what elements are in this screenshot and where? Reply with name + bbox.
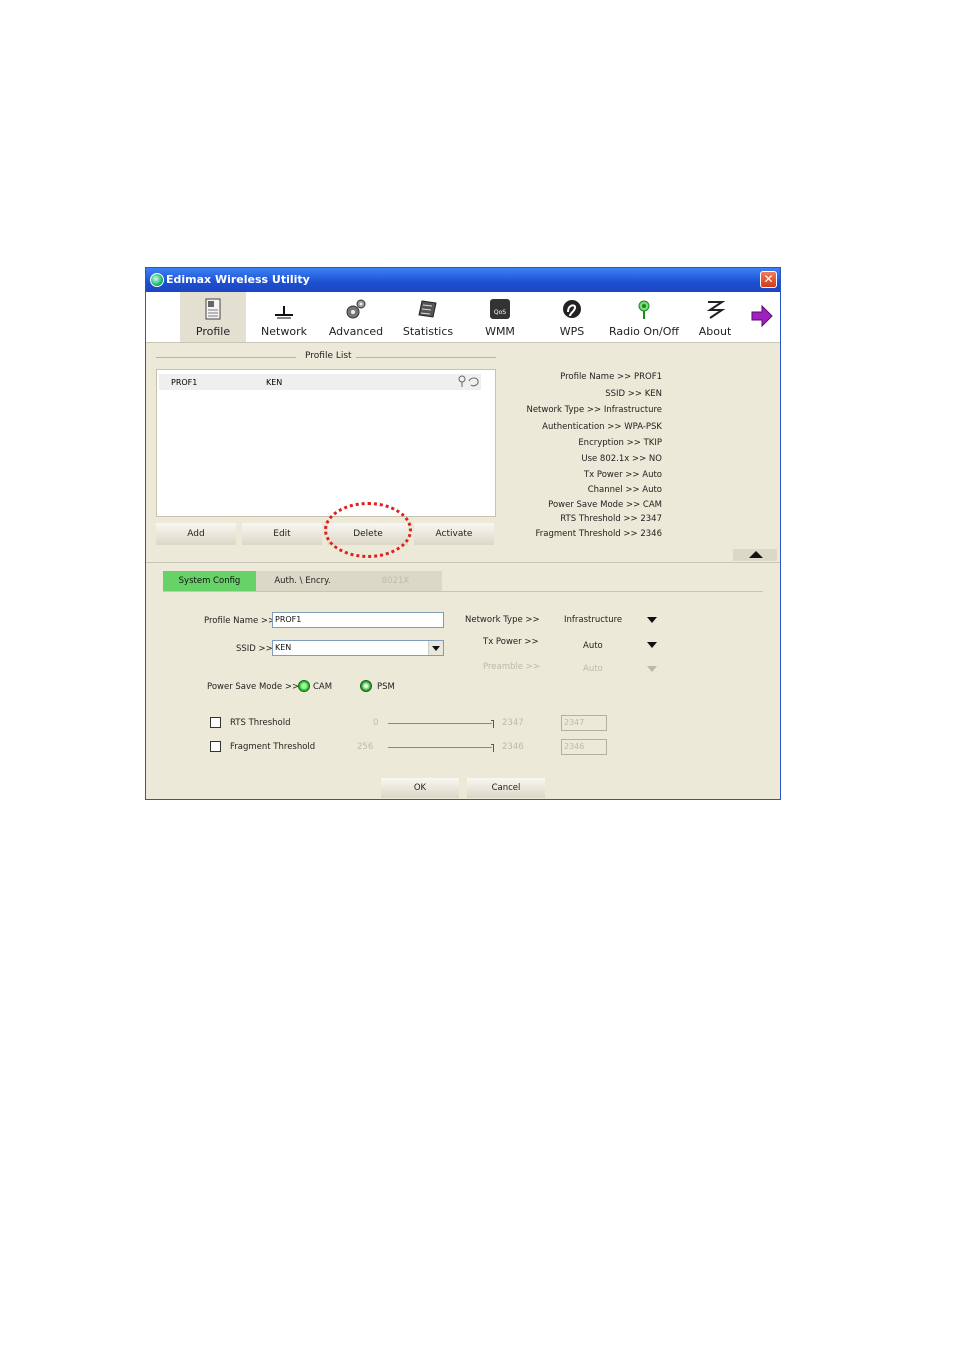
gear-icon — [346, 299, 366, 319]
profile-icon — [205, 298, 221, 320]
table-row[interactable]: PROF1 KEN — [159, 374, 481, 390]
network-type-dropdown-icon[interactable] — [647, 617, 657, 623]
network-type-label: Network Type >> — [465, 615, 540, 625]
edit-button[interactable]: Edit — [242, 523, 322, 545]
toolbar-advanced-label: Advanced — [328, 325, 384, 338]
toolbar-network-button[interactable]: Network — [251, 292, 317, 342]
close-button[interactable]: ✕ — [760, 271, 777, 288]
preamble-label: Preamble >> — [483, 662, 540, 672]
toolbar-wps-label: WPS — [559, 325, 585, 338]
profile-row-ssid: KEN — [266, 378, 283, 387]
tab-system-config[interactable]: System Config — [163, 571, 256, 591]
section-separator — [146, 562, 780, 563]
cam-label: CAM — [313, 682, 333, 692]
info-tx-power: Tx Power >> Auto — [583, 470, 662, 480]
tab-underline — [163, 591, 763, 592]
toolbar-about-label: About — [698, 325, 732, 338]
fragment-slider-track — [388, 747, 492, 748]
network-type-value[interactable]: Infrastructure — [564, 615, 622, 625]
rts-value-box: 2347 — [561, 715, 607, 731]
fragment-label: Fragment Threshold — [230, 742, 316, 752]
info-channel: Channel >> Auto — [587, 485, 662, 495]
close-icon: ✕ — [763, 272, 774, 286]
next-arrow-icon[interactable] — [750, 304, 774, 328]
qos-badge-text: QoS — [494, 309, 506, 316]
radio-icon — [638, 300, 650, 319]
window-title: Edimax Wireless Utility — [166, 273, 310, 286]
activate-button[interactable]: Activate — [414, 523, 494, 545]
info-encryption: Encryption >> TKIP — [578, 438, 662, 448]
fragment-max-label: 2346 — [502, 742, 524, 752]
rts-slider-track — [388, 723, 492, 724]
power-save-label: Power Save Mode >> — [207, 682, 300, 692]
preamble-dropdown-icon — [647, 666, 657, 672]
rts-slider-handle[interactable] — [491, 720, 494, 728]
legend-line-right — [350, 357, 496, 358]
rts-checkbox[interactable] — [210, 717, 221, 728]
toolbar-advanced-button[interactable]: Advanced — [323, 292, 389, 342]
psm-radio[interactable] — [360, 680, 372, 692]
rts-label: RTS Threshold — [230, 718, 291, 728]
fragment-value-box: 2346 — [561, 739, 607, 755]
toolbar-wps-button[interactable]: WPS — [539, 292, 605, 342]
app-icon — [150, 273, 164, 287]
rts-min-label: 0 — [373, 718, 379, 728]
profile-list[interactable]: PROF1 KEN — [156, 369, 496, 517]
toolbar-profile-button[interactable]: Profile — [180, 292, 246, 342]
cam-radio[interactable] — [298, 680, 310, 692]
info-use-8021x: Use 802.1x >> NO — [581, 454, 662, 464]
tx-power-value[interactable]: Auto — [583, 641, 603, 651]
info-profile-name: Profile Name >> PROF1 — [560, 372, 662, 382]
cancel-button[interactable]: Cancel — [467, 778, 545, 798]
qos-icon: QoS — [490, 299, 510, 319]
info-network-type: Network Type >> Infrastructure — [526, 405, 662, 415]
ssid-label: SSID >> — [236, 644, 273, 654]
tx-power-label: Tx Power >> — [483, 637, 539, 647]
ssid-value: KEN — [275, 643, 292, 652]
toolbar: Profile Network Advanced Statistics QoS … — [146, 292, 780, 343]
toolbar-wmm-label: WMM — [485, 325, 515, 338]
network-icon — [275, 306, 293, 319]
info-ssid: SSID >> KEN — [605, 389, 662, 399]
legend-line-left — [156, 357, 296, 358]
psm-label: PSM — [377, 682, 395, 692]
fragment-min-label: 256 — [357, 742, 374, 752]
add-button[interactable]: Add — [156, 523, 236, 545]
preamble-value: Auto — [583, 664, 603, 674]
connect-status-icon — [458, 375, 479, 387]
toolbar-wmm-button[interactable]: QoS WMM — [467, 292, 533, 342]
toolbar-about-button[interactable]: About — [682, 292, 748, 342]
toolbar-radio-label: Radio On/Off — [609, 325, 679, 338]
rts-max-label: 2347 — [502, 718, 524, 728]
profile-list-legend: Profile List — [301, 351, 356, 361]
collapse-button[interactable] — [733, 549, 777, 561]
about-icon — [706, 301, 726, 319]
info-rts: RTS Threshold >> 2347 — [560, 514, 662, 524]
profile-name-label: Profile Name >> — [204, 616, 276, 626]
info-power-save: Power Save Mode >> CAM — [548, 500, 662, 510]
toolbar-radio-button[interactable]: Radio On/Off — [606, 292, 682, 342]
delete-highlight-circle — [324, 502, 412, 558]
wps-icon — [563, 300, 581, 318]
title-bar: Edimax Wireless Utility ✕ — [146, 268, 780, 292]
fragment-checkbox[interactable] — [210, 741, 221, 752]
toolbar-statistics-button[interactable]: Statistics — [395, 292, 461, 342]
tab-8021x: 8021X — [349, 571, 442, 591]
toolbar-profile-label: Profile — [195, 325, 231, 338]
tab-auth-encry[interactable]: Auth. \ Encry. — [256, 571, 349, 591]
profile-row-name: PROF1 — [171, 378, 198, 387]
fragment-slider-handle[interactable] — [491, 744, 494, 752]
chevron-down-icon[interactable] — [428, 641, 443, 655]
tx-power-dropdown-icon[interactable] — [647, 642, 657, 648]
profile-name-input[interactable]: PROF1 — [272, 612, 444, 628]
ok-button[interactable]: OK — [381, 778, 459, 798]
ssid-combo[interactable]: KEN — [272, 640, 444, 656]
info-authentication: Authentication >> WPA-PSK — [542, 422, 662, 432]
info-fragment: Fragment Threshold >> 2346 — [535, 529, 662, 539]
toolbar-statistics-label: Statistics — [402, 325, 454, 338]
statistics-icon — [418, 300, 437, 318]
toolbar-network-label: Network — [261, 325, 307, 338]
app-window: Edimax Wireless Utility ✕ Profile Networ… — [145, 267, 781, 800]
